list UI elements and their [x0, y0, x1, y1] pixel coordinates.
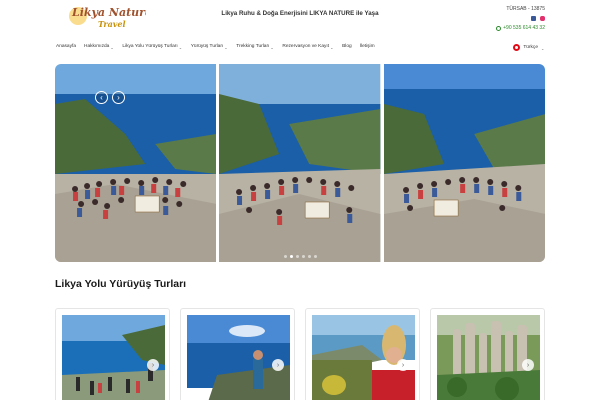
phone-link[interactable]: +90 535 614 43 32: [496, 25, 545, 31]
tour-card[interactable]: ›: [180, 308, 295, 400]
nav-item-label: İletişim: [359, 44, 375, 49]
language-selector[interactable]: Türkçe ⌄: [513, 44, 545, 51]
chevron-down-icon: ⌄: [110, 44, 114, 50]
slide-image: [55, 64, 217, 262]
svg-text:Likya Nature: Likya Nature: [71, 6, 146, 19]
instagram-icon[interactable]: [540, 16, 545, 21]
nav-item-lycian-way-tours[interactable]: Likya Yolu Yürüyüş Turları ⌄: [122, 44, 183, 50]
chevron-right-icon: ›: [117, 92, 120, 102]
chevron-right-icon[interactable]: ›: [397, 359, 409, 371]
pagination-dot[interactable]: [283, 255, 287, 258]
whatsapp-icon: [496, 25, 502, 31]
nav-item-home[interactable]: Anasayfa: [56, 44, 76, 49]
tour-card[interactable]: ›: [430, 308, 545, 400]
tour-card-image: ›: [437, 315, 540, 400]
header: Likya Nature Travel Likya Ruhu & Doğa En…: [0, 0, 600, 36]
site-logo[interactable]: Likya Nature Travel: [68, 2, 146, 32]
slide-image: [219, 64, 381, 262]
pagination-dot[interactable]: [313, 255, 317, 258]
chevron-down-icon: ⌄: [330, 44, 334, 50]
language-label: Türkçe: [523, 45, 538, 50]
pagination-dot[interactable]: [307, 255, 311, 258]
nav-item-label: Blog: [342, 44, 352, 49]
nav-item-walking-tours[interactable]: Yürüyüş Turları ⌄: [190, 44, 229, 50]
nav-item-label: Rezervasyon ve Kayıt: [282, 44, 330, 49]
chevron-left-icon: ‹: [100, 92, 103, 102]
social-links: [496, 16, 545, 21]
main-nav: Anasayfa Hakkımızda ⌄ Likya Yolu Yürüyüş …: [0, 41, 600, 57]
chevron-down-icon: ⌄: [224, 44, 228, 50]
slider-pagination: [55, 255, 545, 258]
tour-card-image: ›: [62, 315, 165, 400]
nav-item-label: Hakkımızda: [84, 44, 110, 49]
nav-item-reservation[interactable]: Rezervasyon ve Kayıt ⌄: [282, 44, 334, 50]
nav-item-about[interactable]: Hakkımızda ⌄: [84, 44, 114, 50]
nav-menu: Anasayfa Hakkımızda ⌄ Likya Yolu Yürüyüş …: [56, 44, 375, 50]
facebook-icon[interactable]: [531, 16, 536, 21]
tour-card-image: ›: [187, 315, 290, 400]
nav-item-label: Likya Yolu Yürüyüş Turları: [122, 44, 178, 49]
tour-card[interactable]: ›: [305, 308, 420, 400]
nav-item-label: Yürüyüş Turları: [190, 44, 224, 49]
nav-item-contact[interactable]: İletişim: [360, 44, 375, 49]
chevron-right-icon[interactable]: ›: [147, 359, 159, 371]
chevron-down-icon: ⌄: [541, 45, 545, 51]
chevron-right-icon[interactable]: ›: [522, 359, 534, 371]
phone-number: +90 535 614 43 32: [503, 25, 545, 31]
pagination-dot[interactable]: [295, 255, 299, 258]
section-title: Likya Yolu Yürüyüş Turları: [55, 278, 187, 290]
contact-block: TÜRSAB - 13875 +90 535 614 43 32: [496, 6, 545, 31]
turkey-flag-icon: [513, 44, 521, 51]
svg-text:Travel: Travel: [98, 19, 126, 29]
tursab-number: TÜRSAB - 13875: [506, 6, 545, 12]
site-tagline: Likya Ruhu & Doğa Enerjisini LIKYA NATUR…: [221, 10, 379, 17]
chevron-right-icon[interactable]: ›: [272, 359, 284, 371]
tour-card-image: ›: [312, 315, 415, 400]
slider-next-button[interactable]: ›: [112, 91, 125, 104]
pagination-dot[interactable]: [301, 255, 305, 258]
tour-cards: › › › ›: [55, 308, 545, 400]
nav-item-label: Anasayfa: [56, 44, 77, 49]
chevron-down-icon: ⌄: [270, 44, 274, 50]
nav-item-label: Trekking Turları: [236, 44, 270, 49]
nav-item-blog[interactable]: Blog: [342, 44, 352, 49]
pagination-dot[interactable]: [289, 255, 293, 258]
slide-image: [383, 64, 545, 262]
hero-slider: [55, 64, 545, 262]
chevron-down-icon: ⌄: [178, 44, 183, 50]
slider-prev-button[interactable]: ‹: [95, 91, 108, 104]
tour-card[interactable]: ›: [55, 308, 170, 400]
logo-graphic: Likya Nature Travel: [69, 6, 146, 29]
nav-item-trekking-tours[interactable]: Trekking Turları ⌄: [236, 44, 274, 50]
